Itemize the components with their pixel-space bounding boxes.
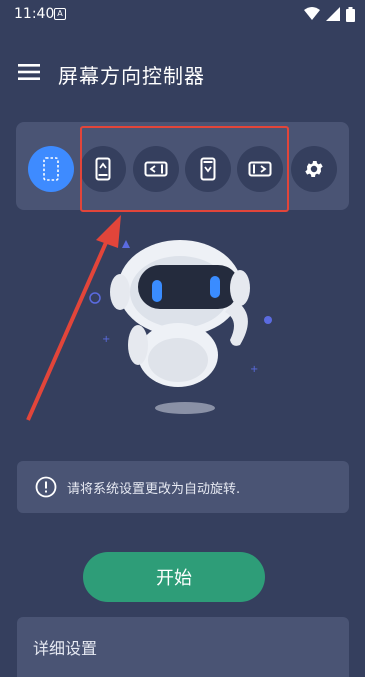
auto-rotate-icon bbox=[43, 157, 59, 181]
notification-icon: A bbox=[54, 8, 66, 20]
info-message: 请将系统设置更改为自动旋转. bbox=[67, 482, 241, 497]
reverse-landscape-button[interactable] bbox=[237, 146, 283, 192]
start-button[interactable]: 开始 bbox=[83, 552, 265, 602]
wifi-icon bbox=[304, 7, 320, 20]
landscape-button[interactable] bbox=[133, 146, 179, 192]
detailed-settings-card[interactable]: 详细设置 bbox=[17, 617, 349, 677]
info-card: 请将系统设置更改为自动旋转. bbox=[17, 461, 349, 513]
reverse-portrait-icon bbox=[200, 157, 216, 181]
gear-icon bbox=[305, 160, 323, 178]
svg-text:+: + bbox=[102, 334, 110, 345]
detailed-settings-title: 详细设置 bbox=[33, 639, 98, 658]
reverse-portrait-button[interactable] bbox=[185, 146, 231, 192]
system-icons bbox=[304, 6, 355, 22]
robot-illustration: + + bbox=[89, 240, 272, 414]
landscape-icon bbox=[144, 161, 168, 177]
status-bar: 11:40 A bbox=[0, 0, 365, 28]
reverse-landscape-icon bbox=[248, 161, 272, 177]
info-icon bbox=[35, 476, 57, 498]
portrait-icon bbox=[95, 157, 111, 181]
settings-button[interactable] bbox=[291, 146, 337, 192]
signal-icon bbox=[326, 7, 340, 21]
auto-rotate-button[interactable] bbox=[28, 146, 74, 192]
svg-text:+: + bbox=[250, 364, 258, 375]
menu-icon[interactable] bbox=[18, 64, 40, 80]
battery-icon bbox=[346, 6, 355, 22]
portrait-button[interactable] bbox=[80, 146, 126, 192]
status-time: 11:40 bbox=[14, 6, 55, 22]
app-bar: 屏幕方向控制器 bbox=[0, 48, 365, 98]
page-title: 屏幕方向控制器 bbox=[58, 64, 205, 88]
